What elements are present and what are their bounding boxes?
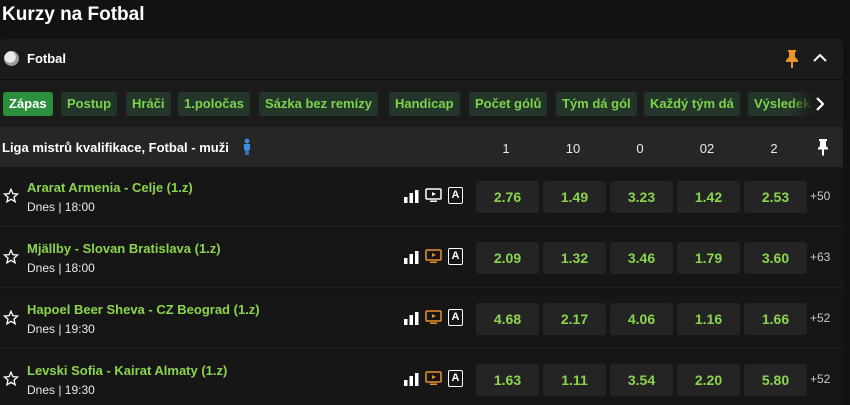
pin-icon[interactable] [816,138,830,156]
a-badge-icon[interactable]: A [448,370,463,387]
match-row: Mjällby - Slovan Bratislava (1.z) Dnes |… [0,228,843,288]
column-header-02: 02 [699,141,715,156]
odds-button[interactable]: 1.16 [677,303,740,335]
stats-icon[interactable] [404,373,419,386]
chevron-right-icon[interactable] [813,95,827,113]
a-badge-icon[interactable]: A [448,309,463,326]
star-icon[interactable] [3,310,19,326]
odds-button[interactable]: 1.66 [744,303,807,335]
stats-icon[interactable] [404,312,419,325]
odds-button[interactable]: 2.53 [744,181,807,213]
odds-button[interactable]: 4.68 [476,303,539,335]
odds-button[interactable]: 2.76 [476,181,539,213]
tab-kazdy-tym-da[interactable]: Každý tým dá [644,92,740,116]
star-icon[interactable] [3,371,19,387]
person-icon [244,138,250,155]
match-time: Dnes | 18:00 [27,200,95,214]
tab-postup[interactable]: Postup [61,92,118,116]
chevron-up-icon[interactable] [812,50,828,66]
sport-header[interactable]: Fotbal [0,39,843,79]
odds-button[interactable]: 1.79 [677,242,740,274]
more-markets-link[interactable]: +52 [810,372,830,386]
tv-icon[interactable] [425,249,442,264]
tab-sazka-bez-remizy[interactable]: Sázka bez remízy [259,92,378,116]
market-tabs: Zápas Postup Hráči 1.poločas Sázka bez r… [0,79,843,127]
match-name[interactable]: Mjällby - Slovan Bratislava (1.z) [27,241,221,256]
odds-button[interactable]: 3.46 [610,242,673,274]
match-name[interactable]: Levski Sofia - Kairat Almaty (1.z) [27,363,227,378]
more-markets-link[interactable]: +50 [810,189,830,203]
more-markets-link[interactable]: +52 [810,311,830,325]
odds-button[interactable]: 1.11 [543,364,606,396]
column-header-2: 2 [770,141,778,156]
pin-icon[interactable] [783,49,801,69]
column-header-10: 10 [565,141,581,156]
tab-zapas[interactable]: Zápas [3,92,53,116]
stats-icon[interactable] [404,190,419,203]
tv-icon[interactable] [425,310,442,325]
tab-handicap[interactable]: Handicap [389,92,460,116]
odds-button[interactable]: 5.80 [744,364,807,396]
odds-button[interactable]: 2.09 [476,242,539,274]
odds-button[interactable]: 1.32 [543,242,606,274]
match-time: Dnes | 19:30 [27,322,95,336]
tab-tym-da-gol[interactable]: Tým dá gól [556,92,637,116]
odds-button[interactable]: 2.17 [543,303,606,335]
tv-icon[interactable] [425,371,442,386]
star-icon[interactable] [3,249,19,265]
odds-button[interactable]: 3.54 [610,364,673,396]
odds-button[interactable]: 3.60 [744,242,807,274]
stats-icon[interactable] [404,251,419,264]
odds-button[interactable]: 2.20 [677,364,740,396]
column-header-1: 1 [502,141,510,156]
odds-button[interactable]: 1.42 [677,181,740,213]
star-icon[interactable] [3,188,19,204]
tab-pocet-golu[interactable]: Počet gólů [469,92,548,116]
soccer-ball-icon [4,51,19,66]
tab-hraci[interactable]: Hráči [126,92,171,116]
page-title: Kurzy na Fotbal [2,4,145,25]
match-name[interactable]: Hapoel Beer Sheva - CZ Beograd (1.z) [27,302,260,317]
match-name[interactable]: Ararat Armenia - Celje (1.z) [27,180,193,195]
odds-button[interactable]: 1.49 [543,181,606,213]
match-row: Levski Sofia - Kairat Almaty (1.z) Dnes … [0,350,843,405]
odds-button[interactable]: 1.63 [476,364,539,396]
match-time: Dnes | 18:00 [27,261,95,275]
column-header-0: 0 [636,141,644,156]
match-row: Ararat Armenia - Celje (1.z) Dnes | 18:0… [0,167,843,227]
match-row: Hapoel Beer Sheva - CZ Beograd (1.z) Dne… [0,289,843,349]
a-badge-icon[interactable]: A [448,187,463,204]
more-markets-link[interactable]: +63 [810,250,830,264]
a-badge-icon[interactable]: A [448,248,463,265]
tv-icon[interactable] [425,188,442,203]
odds-button[interactable]: 4.06 [610,303,673,335]
tab-1-polocas[interactable]: 1.poločas [178,92,250,116]
league-name: Liga mistrů kvalifikace, Fotbal - muži [2,140,229,155]
match-time: Dnes | 19:30 [27,383,95,397]
league-header: Liga mistrů kvalifikace, Fotbal - muži 1… [0,127,843,167]
odds-button[interactable]: 3.23 [610,181,673,213]
sport-name: Fotbal [27,51,66,66]
